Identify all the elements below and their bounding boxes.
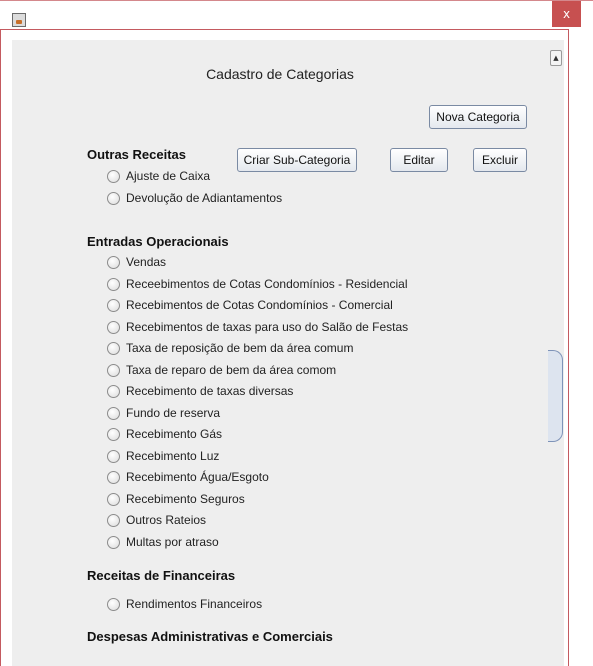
radio-option[interactable]: Recebimento Água/Esgoto xyxy=(107,468,269,486)
radio-label: Multas por atraso xyxy=(126,535,219,549)
title-bar: x xyxy=(0,0,593,30)
new-category-button[interactable]: Nova Categoria xyxy=(429,105,527,129)
page-title: Cadastro de Categorias xyxy=(206,66,354,82)
section-title-receitas-financeiras: Receitas de Financeiras xyxy=(87,568,236,583)
radio-label: Fundo de reserva xyxy=(126,406,221,420)
radio-label: Taxa de reposição de bem da área comum xyxy=(126,341,354,355)
scrollbar-thumb[interactable] xyxy=(548,350,563,442)
radio-label: Recebimento Seguros xyxy=(126,492,245,506)
radio-label: Rendimentos Financeiros xyxy=(126,597,263,611)
radio-option[interactable]: Fundo de reserva xyxy=(107,404,220,422)
radio-button[interactable] xyxy=(107,470,120,484)
radio-button[interactable] xyxy=(107,449,120,463)
radio-label: Recebimento Gás xyxy=(126,427,223,441)
radio-label: Ajuste de Caixa xyxy=(126,169,211,183)
radio-option[interactable]: Recebimento de taxas diversas xyxy=(107,382,293,400)
radio-button[interactable] xyxy=(107,191,120,205)
radio-option[interactable]: Recebimento Seguros xyxy=(107,490,245,508)
radio-label: Recebimentos de taxas para uso do Salão … xyxy=(126,320,409,334)
radio-option[interactable]: Recebimentos de Cotas Condomínios - Come… xyxy=(107,296,393,314)
radio-label: Recebimentos de Cotas Condomínios - Come… xyxy=(126,298,393,312)
radio-label: Vendas xyxy=(126,255,167,269)
radio-label: Outros Rateios xyxy=(126,513,207,527)
radio-button[interactable] xyxy=(107,597,120,611)
scroll-up-arrow-icon[interactable]: ▲ xyxy=(550,50,562,66)
radio-button[interactable] xyxy=(107,298,120,312)
radio-option[interactable]: Multas por atraso xyxy=(107,533,219,551)
radio-label: Recebimento de taxas diversas xyxy=(126,384,294,398)
radio-label: Taxa de reparo de bem da área comom xyxy=(126,363,337,377)
radio-button[interactable] xyxy=(107,169,120,183)
vertical-scrollbar[interactable]: ▲ xyxy=(548,40,564,666)
radio-button[interactable] xyxy=(107,341,120,355)
radio-button[interactable] xyxy=(107,320,120,334)
radio-label: Recebimento Água/Esgoto xyxy=(126,470,269,484)
radio-button[interactable] xyxy=(107,535,120,549)
section-title-entradas-operacionais: Entradas Operacionais xyxy=(87,234,229,249)
radio-button[interactable] xyxy=(107,406,120,420)
radio-button[interactable] xyxy=(107,492,120,506)
radio-option[interactable]: Recebimento Gás xyxy=(107,425,222,443)
radio-label: Recebimento Luz xyxy=(126,449,220,463)
radio-button[interactable] xyxy=(107,255,120,269)
radio-option[interactable]: Rendimentos Financeiros xyxy=(107,595,262,613)
radio-button[interactable] xyxy=(107,384,120,398)
radio-button[interactable] xyxy=(107,427,120,441)
radio-button[interactable] xyxy=(107,277,120,291)
radio-label: Devolução de Adiantamentos xyxy=(126,191,283,205)
radio-option[interactable]: Receebimentos de Cotas Condomínios - Res… xyxy=(107,275,407,293)
radio-label: Receebimentos de Cotas Condomínios - Res… xyxy=(126,277,408,291)
edit-button[interactable]: Editar xyxy=(390,148,448,172)
close-button[interactable]: x xyxy=(552,1,581,27)
radio-option[interactable]: Recebimento Luz xyxy=(107,447,219,465)
radio-option[interactable]: Taxa de reparo de bem da área comom xyxy=(107,361,336,379)
radio-option[interactable]: Vendas xyxy=(107,253,166,271)
create-subcategory-button[interactable]: Criar Sub-Categoria xyxy=(237,148,357,172)
section-title-outras-receitas: Outras Receitas xyxy=(87,147,186,162)
categories-panel: Cadastro de Categorias Nova Categoria Cr… xyxy=(12,40,548,666)
radio-option[interactable]: Devolução de Adiantamentos xyxy=(107,189,282,207)
delete-button[interactable]: Excluir xyxy=(473,148,527,172)
radio-option[interactable]: Outros Rateios xyxy=(107,511,206,529)
section-title-despesas-administrativas: Despesas Administrativas e Comerciais xyxy=(87,629,333,644)
radio-option[interactable]: Recebimentos de taxas para uso do Salão … xyxy=(107,318,408,336)
radio-option[interactable]: Ajuste de Caixa xyxy=(107,167,210,185)
radio-button[interactable] xyxy=(107,513,120,527)
radio-button[interactable] xyxy=(107,363,120,377)
java-cup-icon xyxy=(12,13,26,27)
radio-option[interactable]: Taxa de reposição de bem da área comum xyxy=(107,339,353,357)
